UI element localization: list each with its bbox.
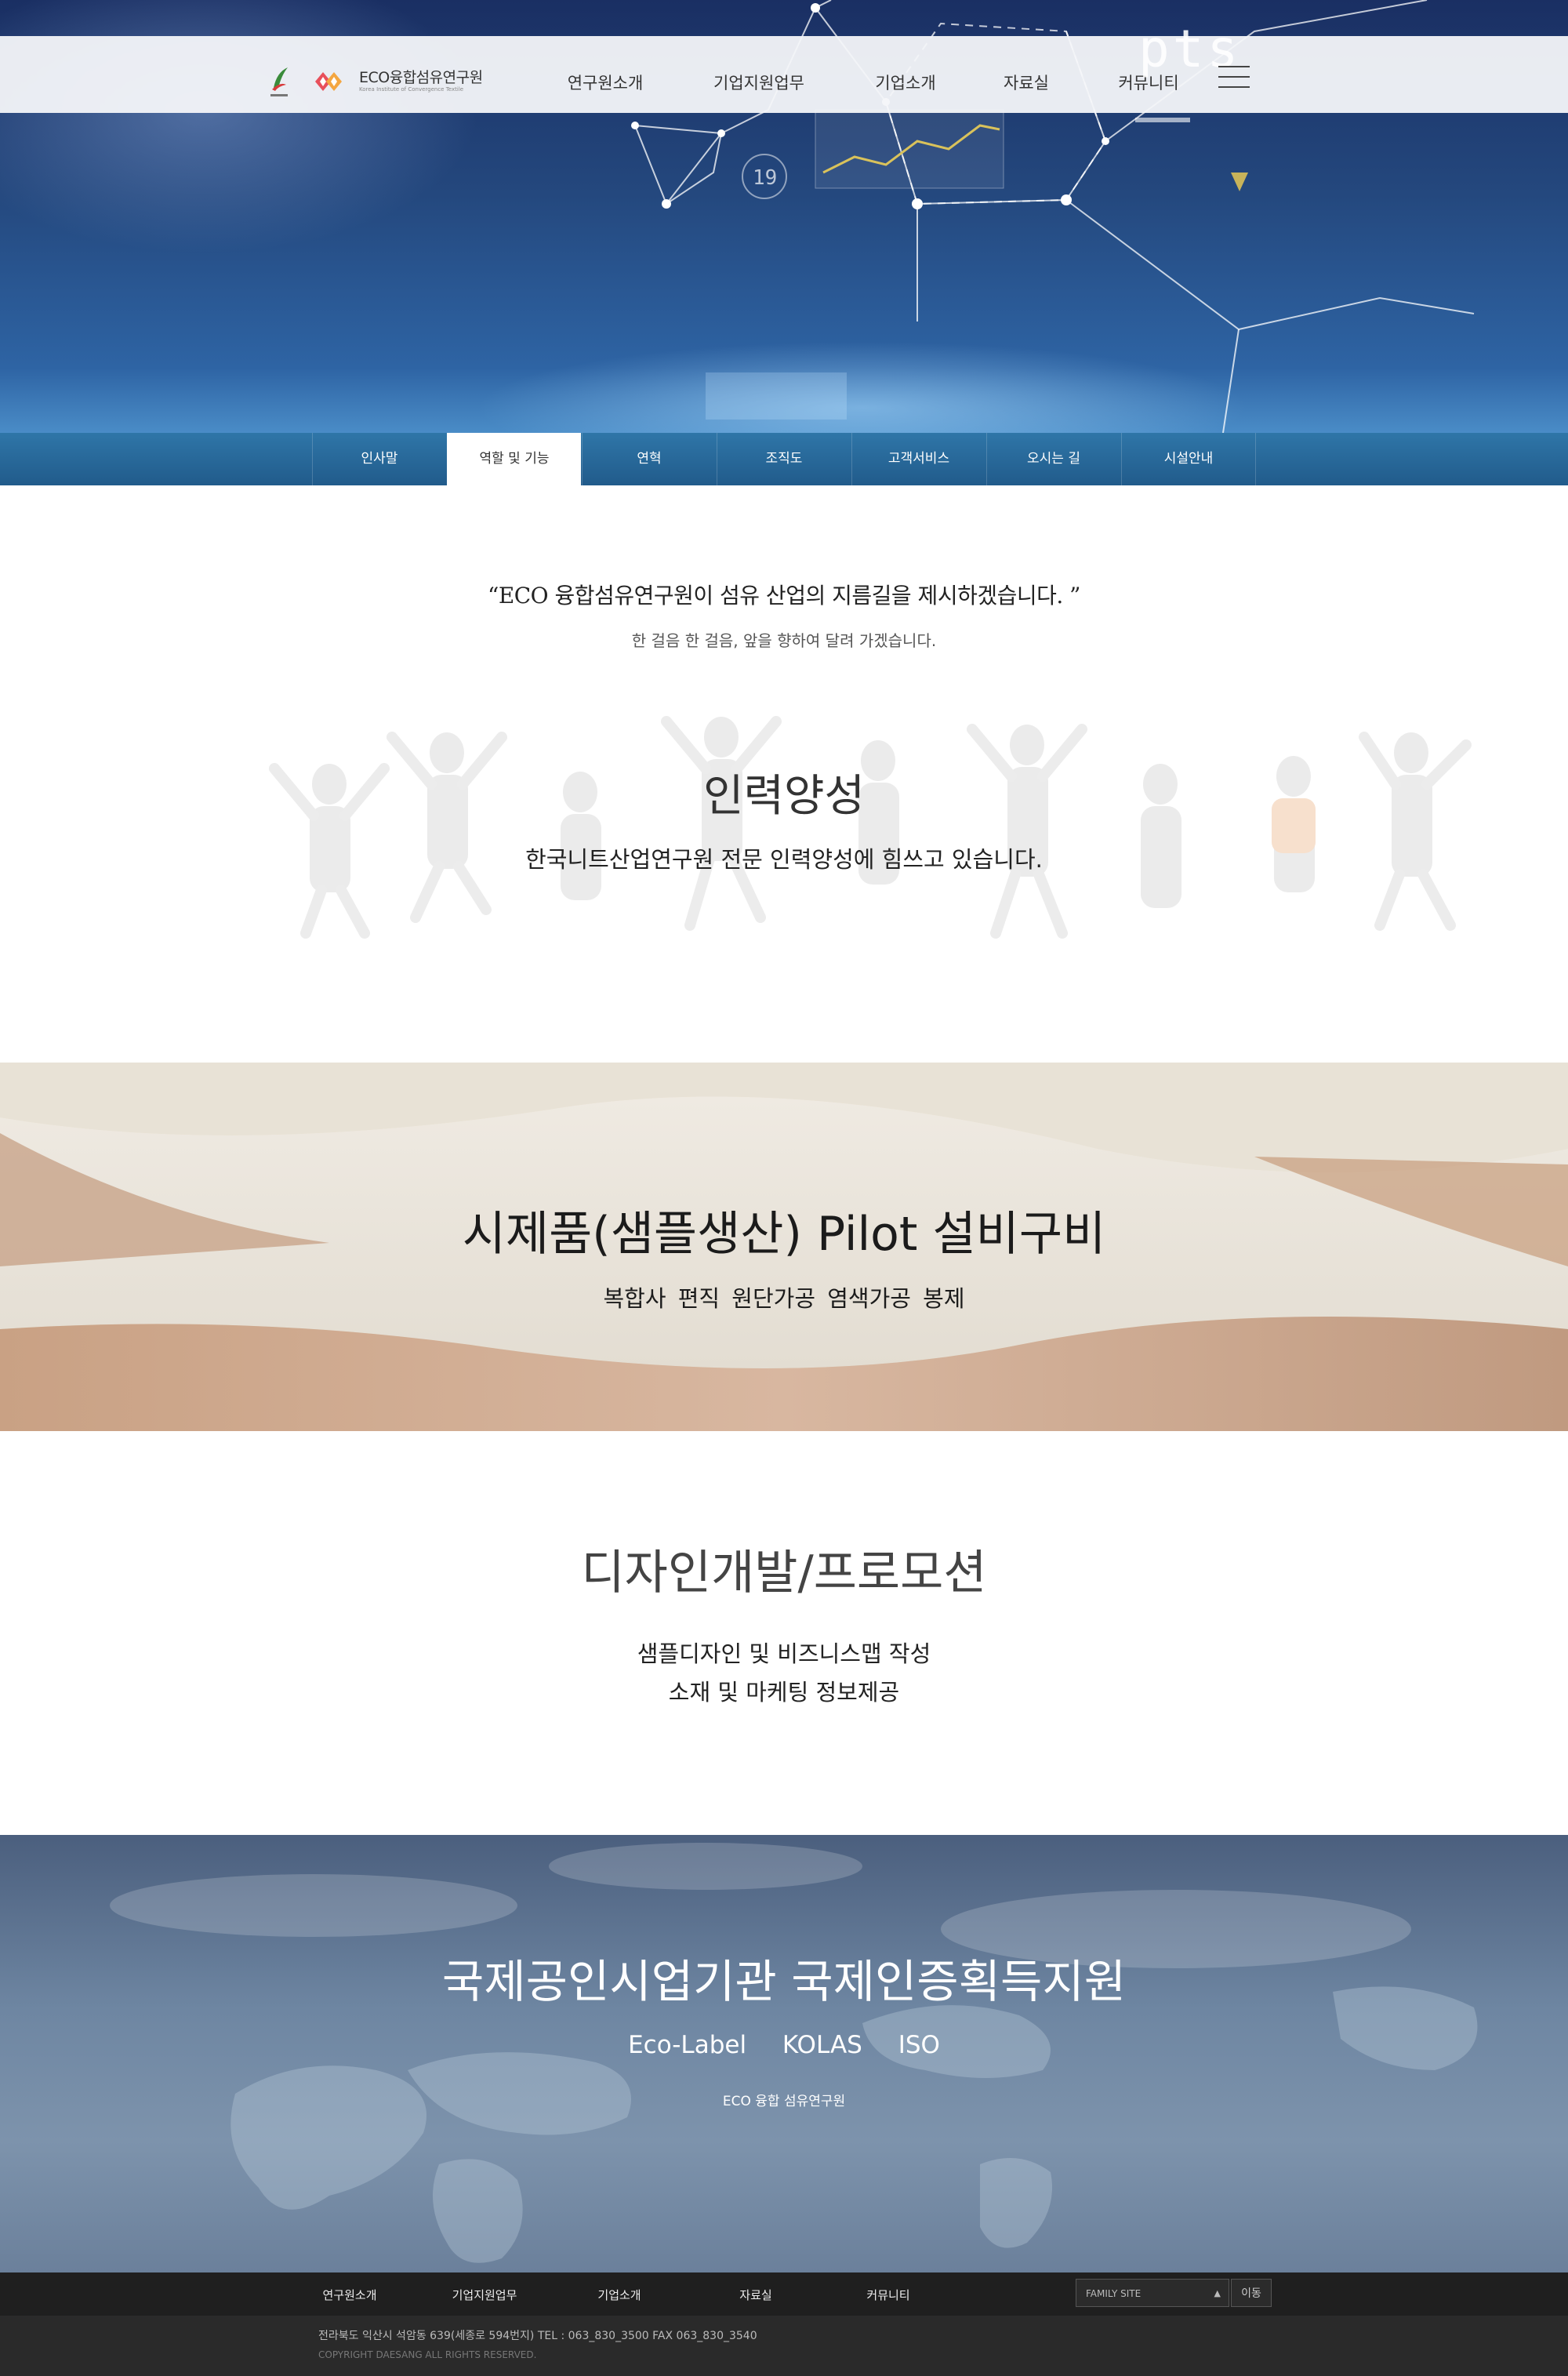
footer-info: 전라북도 익산시 석암동 639(세종로 594번지) TEL : 063_83… xyxy=(0,2316,1568,2376)
section-international-certification: 국제공인시업기관 국제인증획득지원 Eco-Label KOLAS ISO EC… xyxy=(0,1835,1568,2272)
subnav-item-history[interactable]: 연혁 xyxy=(582,433,716,485)
certification-labels: Eco-Label KOLAS ISO xyxy=(0,2031,1568,2059)
section-pilot-equipment: 시제품(샘플생산) Pilot 설비구비 복합사 편직 원단가공 염색가공 봉제 xyxy=(0,1063,1568,1431)
footer-copyright: COPYRIGHT DAESANG ALL RIGHTS RESERVED. xyxy=(318,2349,537,2360)
family-site-go-button[interactable]: 이동 xyxy=(1231,2279,1272,2307)
subnav-item-greeting[interactable]: 인사말 xyxy=(312,433,446,485)
footer-navigation: 연구원소개 기업지원업무 기업소개 자료실 커뮤니티 FAMILY SITE ▲… xyxy=(0,2272,1568,2316)
footer-address: 전라북도 익산시 석암동 639(세종로 594번지) TEL : 063_83… xyxy=(318,2330,757,2342)
gnb-item-archive[interactable]: 자료실 xyxy=(1004,71,1049,94)
quote-heading: “ECO 융합섬유연구원이 섬유 산업의 지름길을 제시하겠습니다. ” xyxy=(488,583,1081,609)
certification-label-eco: Eco-Label xyxy=(628,2031,747,2059)
subnav-item-facilities[interactable]: 시설안내 xyxy=(1121,433,1256,485)
pilot-equipment-description: 복합사 편직 원단가공 염색가공 봉제 xyxy=(603,1285,965,1312)
province-logo-icon xyxy=(270,67,288,96)
design-promotion-line-2: 소재 및 마케팅 정보제공 xyxy=(668,1679,900,1706)
eco-logo-icon xyxy=(315,72,342,91)
gnb-item-institute[interactable]: 연구원소개 xyxy=(568,71,644,94)
footer-nav-archive[interactable]: 자료실 xyxy=(739,2287,771,2303)
sub-navigation: 인사말 역할 및 기능 연혁 조직도 고객서비스 오시는 길 시설안내 xyxy=(0,433,1568,485)
footer-nav-company[interactable]: 기업소개 xyxy=(597,2287,641,2303)
footer-nav-institute[interactable]: 연구원소개 xyxy=(322,2287,376,2303)
footer-nav-community[interactable]: 커뮤니티 xyxy=(866,2287,909,2303)
certification-label-kolas: KOLAS xyxy=(782,2031,862,2059)
chevron-up-icon: ▲ xyxy=(1214,2288,1221,2298)
subnav-item-organization[interactable]: 조직도 xyxy=(717,433,851,485)
logo-title[interactable]: ECO융합섬유연구원 xyxy=(359,66,483,87)
certification-title: 국제공인시업기관 국제인증획득지원 xyxy=(441,1955,1127,2008)
design-promotion-title: 디자인개발/프로모션 xyxy=(581,1546,987,1600)
certification-org-name: ECO 융합 섬유연구원 xyxy=(722,2094,846,2109)
footer-nav-support[interactable]: 기업지원업무 xyxy=(452,2287,517,2303)
workforce-description: 한국니트산업연구원 전문 인력양성에 힘쓰고 있습니다. xyxy=(525,846,1043,873)
section-workforce: 인력양성 한국니트산업연구원 전문 인력양성에 힘쓰고 있습니다. xyxy=(0,674,1568,1063)
family-site-select[interactable]: FAMILY SITE ▲ xyxy=(1076,2279,1229,2307)
subnav-item-customer-service[interactable]: 고객서비스 xyxy=(851,433,985,485)
gnb-item-company[interactable]: 기업소개 xyxy=(875,71,935,94)
design-promotion-line-1: 샘플디자인 및 비즈니스맵 작성 xyxy=(637,1640,931,1667)
certification-label-iso: ISO xyxy=(898,2031,940,2059)
family-site-label: FAMILY SITE xyxy=(1086,2288,1142,2299)
site-header: ECO융합섬유연구원 Korea Institute of Convergenc… xyxy=(0,19,1568,113)
logo-subtitle: Korea Institute of Convergence Textile xyxy=(359,86,464,93)
subnav-item-directions[interactable]: 오시는 길 xyxy=(986,433,1120,485)
pilot-equipment-title: 시제품(샘플생산) Pilot 설비구비 xyxy=(462,1207,1106,1262)
hamburger-menu-icon[interactable] xyxy=(1218,64,1250,89)
workforce-title: 인력양성 xyxy=(702,771,866,822)
subnav-item-roles[interactable]: 역할 및 기능 xyxy=(447,433,581,485)
quote-subtext: 한 걸음 한 걸음, 앞을 향하여 달려 가겠습니다. xyxy=(631,631,937,650)
section-design-promotion: 디자인개발/프로모션 샘플디자인 및 비즈니스맵 작성 소재 및 마케팅 정보제… xyxy=(0,1431,1568,1835)
gnb-item-support[interactable]: 기업지원업무 xyxy=(713,71,804,94)
svg-text:19: 19 xyxy=(753,166,777,190)
